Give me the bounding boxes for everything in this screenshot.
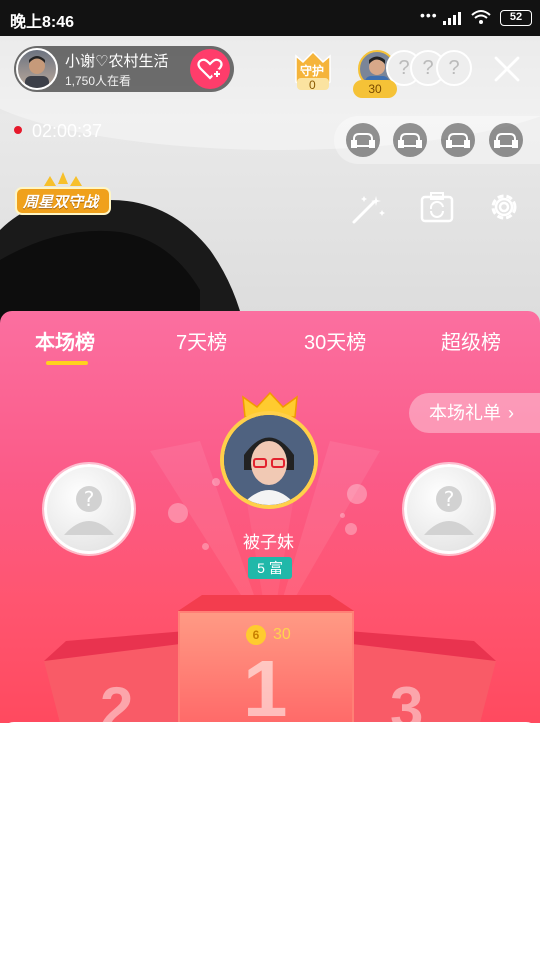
camera-flip-icon[interactable] [419,190,455,224]
sofa-seat-icon[interactable] [441,123,475,157]
podium-third-number: 3 [390,675,424,724]
chevron-right-icon: › [508,403,515,423]
wealth-level-badge: 5 富 [248,557,292,579]
host-info-pill[interactable]: 小谢♡农村生活 1,750人在看 [14,46,234,92]
tab-super[interactable]: 超级榜 [441,329,501,357]
first-place-photo [224,415,314,505]
ranking-panel: 本场榜 7天榜 30天榜 超级榜 本场礼单 › ? ? 被子妹 5 富 6 30… [0,311,540,723]
weekly-star-text: 周星双守战 [23,194,99,211]
ranking-list-area [0,722,540,960]
host-name: 小谢♡农村生活 [65,53,169,70]
battery-level: 52 [509,11,523,23]
close-icon[interactable] [492,54,522,84]
coin-icon: 6 [246,625,266,645]
tab-7-days[interactable]: 7天榜 [176,329,227,357]
sofa-seat-icon[interactable] [489,123,523,157]
follow-button[interactable] [190,49,230,89]
podium-first-number: 1 [243,644,288,724]
status-bar: 晚上8:46 ••• 52 [0,0,540,36]
magic-wand-icon[interactable] [350,192,388,226]
wealth-level: 5 [257,560,265,576]
guard-badge[interactable]: 守护 0 [290,48,336,94]
recording-dot-icon [14,126,22,134]
weekly-star-badge[interactable]: 周星双守战 [14,172,112,220]
second-place-empty-avatar[interactable]: ? [44,464,134,554]
more-dots-icon: ••• [420,7,438,23]
wealth-level-suffix: 富 [268,560,283,576]
audience-avatar-empty-icon: ? [436,50,472,86]
signal-icon [443,12,461,25]
svg-text:?: ? [444,487,455,511]
tab-30-days[interactable]: 30天榜 [304,329,366,357]
live-timer: 02:00:37 [32,121,103,141]
svg-text:?: ? [84,487,95,511]
first-place-score: 30 [273,626,291,643]
wifi-icon [471,10,491,24]
unknown-user-icon: ? [424,486,474,535]
decor-bubble [202,543,209,550]
audience-count: 30 [368,82,382,96]
status-time: 晚上8:46 [10,14,75,31]
first-place-name: 被子妹 [243,533,294,552]
heart-plus-icon [197,58,223,80]
first-place-avatar[interactable] [220,411,318,509]
guard-label: 守护 [300,64,325,78]
third-place-empty-avatar[interactable]: ? [404,464,494,554]
decor-bubble [168,503,188,523]
sofa-seat-icon[interactable] [393,123,427,157]
viewer-count: 1,750人在看 [65,74,132,88]
decor-bubble [347,484,367,504]
settings-gear-icon[interactable] [486,189,522,225]
unknown-user-icon: ? [64,486,114,535]
host-avatar[interactable] [16,48,58,90]
sofa-seat-icon[interactable] [346,123,380,157]
battery-icon: 52 [500,10,532,26]
tab-current-session[interactable]: 本场榜 [35,329,95,357]
host-avatar-image [25,56,49,88]
gift-list-button[interactable]: 本场礼单 › [409,393,540,433]
podium-second-number: 2 [100,675,134,724]
decor-bubble [340,513,345,518]
guard-count: 0 [309,78,316,92]
audience-count-badge: 30 [353,80,397,98]
decor-bubble [345,523,357,535]
active-tab-underline [46,361,88,365]
decor-bubble [212,478,220,486]
